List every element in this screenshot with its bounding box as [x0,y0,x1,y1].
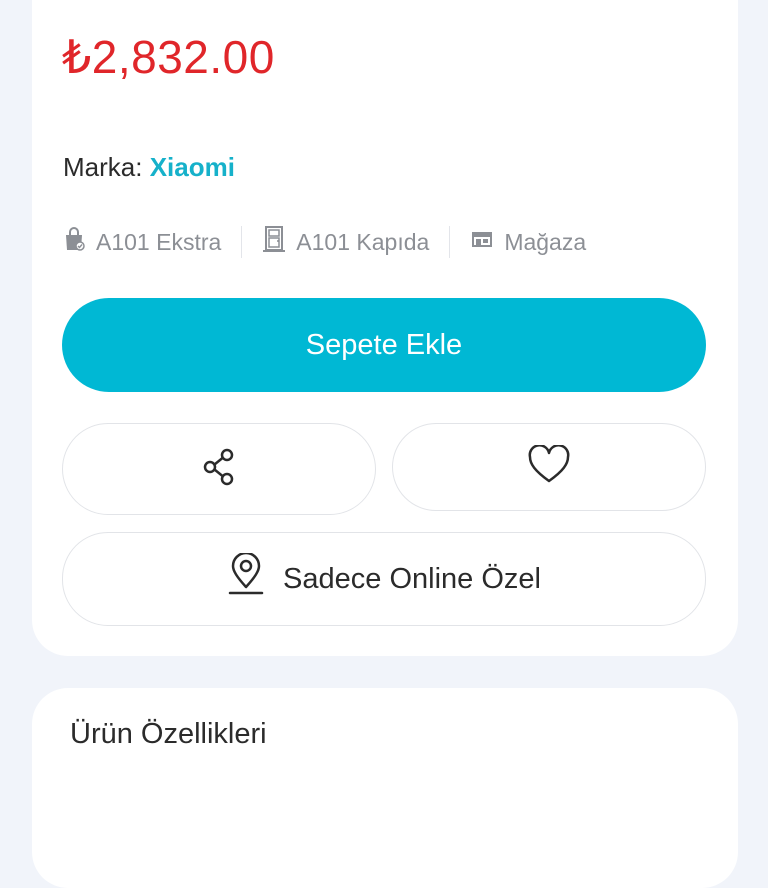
delivery-options: A101 Ekstra A101 Kapıda Mağaza [62,224,586,260]
door-icon [262,226,286,258]
location-pin-icon [227,551,265,605]
delivery-option-ekstra: A101 Ekstra [62,226,221,258]
online-only-button[interactable]: Sadece Online Özel [62,532,706,626]
share-icon [201,447,237,492]
favorite-button[interactable] [392,423,706,511]
delivery-option-kapida: A101 Kapıda [262,226,429,258]
section-title: Ürün Özellikleri [70,718,267,750]
share-button[interactable] [62,423,376,515]
brand-label: Marka: [63,152,143,182]
shopping-bag-icon [62,226,86,258]
heart-icon [527,443,571,490]
brand-link[interactable]: Xiaomi [150,152,235,182]
brand-row: Marka: Xiaomi [63,152,235,183]
divider [449,226,451,258]
store-icon [470,226,494,258]
delivery-option-label: A101 Ekstra [96,228,222,255]
product-price: ₺2,832.00 [62,31,275,83]
delivery-option-label: Mağaza [504,228,587,255]
delivery-option-label: A101 Kapıda [296,228,430,255]
delivery-option-magaza: Mağaza [470,226,586,258]
divider [241,226,243,258]
add-to-cart-button[interactable]: Sepete Ekle [62,298,706,392]
online-only-label: Sadece Online Özel [283,562,541,595]
